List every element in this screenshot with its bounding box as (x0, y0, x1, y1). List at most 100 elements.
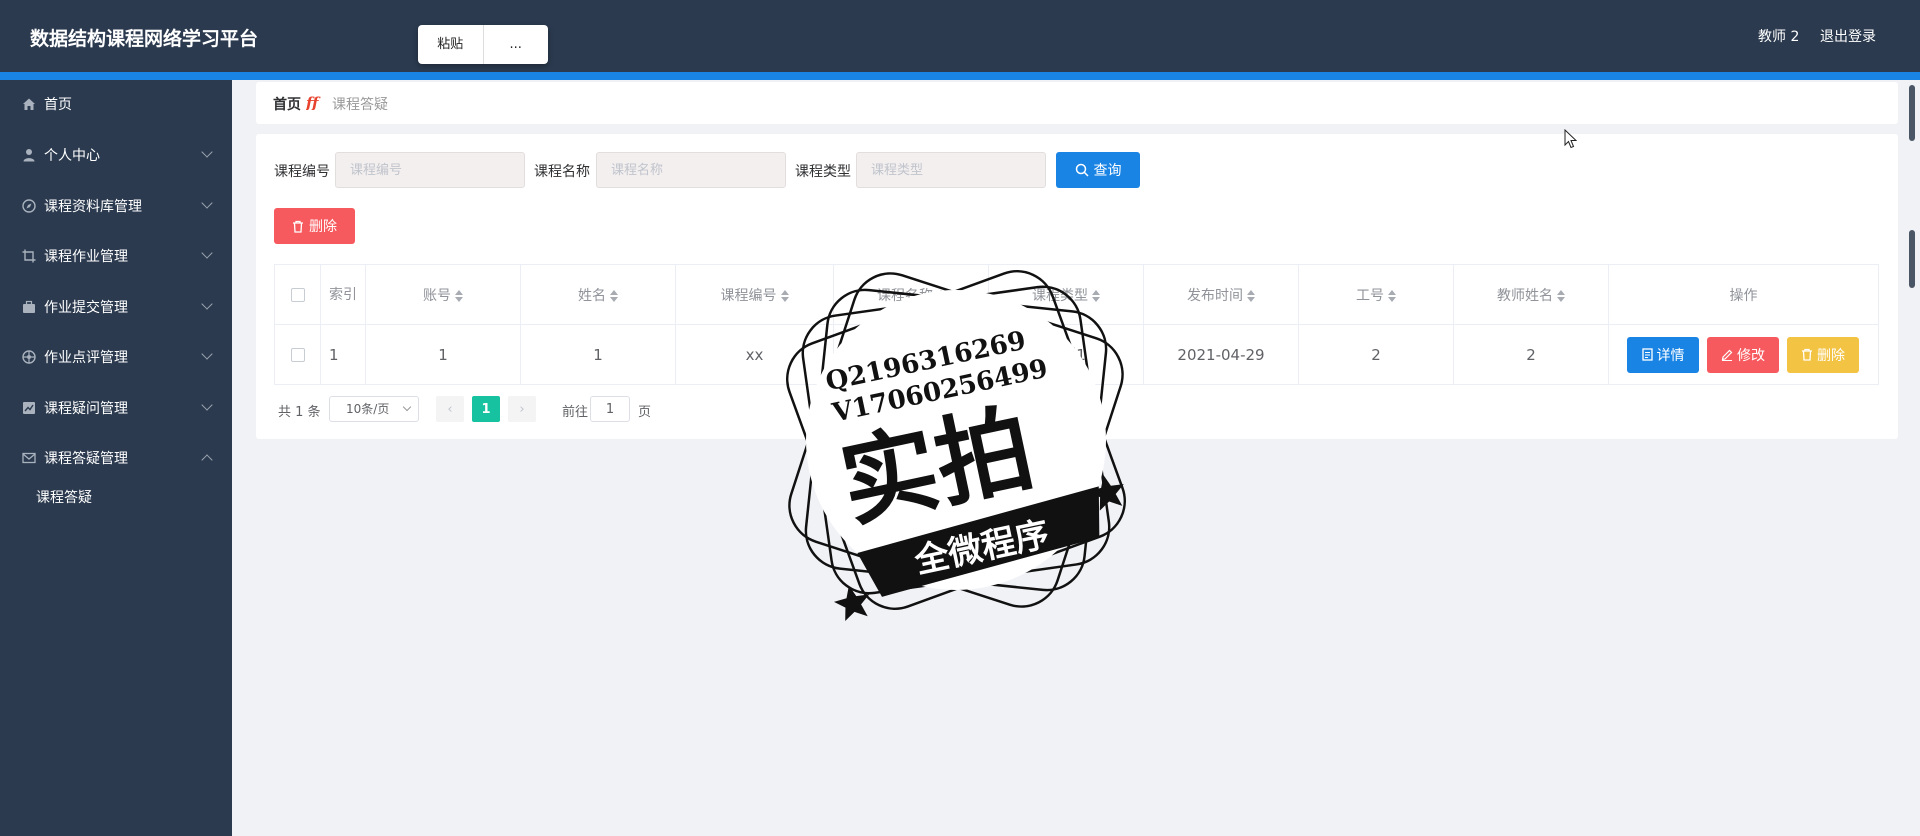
chevron-left-icon: ‹ (447, 401, 453, 417)
cell-teacher-name: 2 (1453, 324, 1609, 385)
search-button[interactable]: 查询 (1056, 152, 1140, 188)
select-all-checkbox[interactable] (290, 287, 305, 302)
user-icon (22, 148, 36, 162)
paste-menu-item[interactable]: 粘贴 (418, 25, 484, 64)
aperture-icon (22, 350, 36, 364)
course-type-label: 课程类型 (795, 164, 851, 180)
sidebar: 首页 个人中心 课程资料库管理 课程作业管理 作业提交管理 作业点评管理 课程疑… (0, 80, 232, 836)
goto-label: 前往 (562, 405, 589, 420)
sidebar-item-materials[interactable]: 课程资料库管理 (0, 188, 232, 224)
sort-icon[interactable] (1557, 289, 1565, 302)
chevron-up-icon (201, 454, 213, 466)
sidebar-item-reviews[interactable]: 作业点评管理 (0, 339, 232, 375)
header-label: 姓名 (578, 287, 606, 304)
mouse-cursor-icon (1564, 129, 1578, 149)
page-size-select[interactable]: 10条/页 (329, 396, 419, 422)
sidebar-item-label: 作业提交管理 (44, 300, 128, 316)
edit-icon (1721, 349, 1733, 361)
chart-icon (22, 401, 36, 415)
prev-page-button[interactable]: ‹ (436, 396, 464, 422)
header-index: 索引 (320, 264, 366, 325)
cell-operations: 详情 修改 删除 (1608, 324, 1879, 385)
header-operations: 操作 (1608, 264, 1879, 325)
mail-icon (22, 451, 36, 465)
select-all-cell (274, 264, 321, 325)
cell-publish-time: 2021-04-29 (1143, 324, 1299, 385)
sidebar-item-submissions[interactable]: 作业提交管理 (0, 289, 232, 325)
cell-account: 1 (365, 324, 521, 385)
scrollbar-thumb[interactable] (1909, 85, 1915, 141)
header-job-no[interactable]: 工号 (1298, 264, 1454, 325)
sort-icon[interactable] (1247, 289, 1255, 302)
delete-button-label: 删除 (1817, 347, 1845, 364)
svg-text:ff: ff (306, 94, 321, 110)
sidebar-subitem-course-answers[interactable]: 课程答疑 (36, 487, 92, 507)
sidebar-item-label: 首页 (44, 97, 72, 113)
row-checkbox[interactable] (290, 348, 305, 362)
compass-icon (22, 199, 36, 213)
header-account[interactable]: 账号 (365, 264, 521, 325)
goto-page-input[interactable] (590, 396, 630, 422)
course-name-label: 课程名称 (534, 164, 590, 180)
header-label: 发布时间 (1187, 287, 1243, 304)
sidebar-item-questions[interactable]: 课程疑问管理 (0, 390, 232, 426)
next-page-button[interactable]: › (508, 396, 536, 422)
sidebar-item-label: 课程答疑管理 (44, 451, 128, 467)
course-name-input[interactable] (596, 152, 786, 188)
chevron-down-icon (402, 402, 412, 412)
trash-icon (1802, 348, 1812, 361)
search-button-label: 查询 (1093, 163, 1122, 179)
batch-delete-button[interactable]: 删除 (274, 208, 355, 244)
cell-index: 1 (320, 324, 366, 385)
sidebar-item-label: 课程疑问管理 (44, 401, 128, 417)
search-icon (1075, 163, 1089, 177)
chevron-down-icon (201, 348, 213, 360)
sidebar-item-answers[interactable]: 课程答疑管理 (0, 440, 232, 476)
chevron-down-icon (201, 146, 213, 158)
page-size-value: 10条/页 (346, 402, 390, 416)
course-type-input[interactable] (856, 152, 1046, 188)
scrollbar-thumb[interactable] (1909, 230, 1915, 288)
header-name[interactable]: 姓名 (520, 264, 676, 325)
chevron-down-icon (201, 197, 213, 209)
header-label: 教师姓名 (1497, 287, 1553, 304)
trash-icon (293, 220, 303, 233)
chevron-right-icon: › (519, 401, 525, 417)
sort-icon[interactable] (610, 289, 618, 302)
detail-button[interactable]: 详情 (1627, 336, 1699, 373)
detail-button-label: 详情 (1656, 347, 1685, 364)
course-no-label: 课程编号 (274, 164, 330, 180)
row-select-cell (274, 324, 321, 385)
header-publish-time[interactable]: 发布时间 (1143, 264, 1299, 325)
sidebar-item-homework[interactable]: 课程作业管理 (0, 238, 232, 274)
header-teacher-name[interactable]: 教师姓名 (1453, 264, 1609, 325)
page-suffix: 页 (638, 405, 652, 420)
edit-button-label: 修改 (1737, 347, 1765, 364)
cell-job-no: 2 (1298, 324, 1454, 385)
sidebar-item-home[interactable]: 首页 (0, 86, 232, 122)
batch-delete-label: 删除 (309, 219, 337, 235)
sidebar-item-label: 作业点评管理 (44, 350, 128, 366)
top-bar: 数据结构课程网络学习平台 教师 2 退出登录 (0, 0, 1920, 72)
watermark-stamp: Q2196316269 V17060256499 实拍 全微程序 (786, 270, 1126, 621)
home-icon (22, 97, 36, 111)
chevron-down-icon (201, 399, 213, 411)
star-icon (833, 585, 870, 621)
breadcrumb-current: 课程答疑 (332, 97, 388, 113)
course-no-input[interactable] (335, 152, 525, 188)
page-number-current[interactable]: 1 (472, 396, 500, 422)
delete-button[interactable]: 删除 (1787, 336, 1859, 373)
edit-button[interactable]: 修改 (1707, 336, 1779, 373)
sidebar-item-label: 课程资料库管理 (44, 199, 142, 215)
breadcrumb-home[interactable]: 首页 (273, 94, 301, 114)
app-title: 数据结构课程网络学习平台 (30, 28, 259, 50)
pagination-total: 共 1 条 (278, 405, 321, 420)
sort-icon[interactable] (455, 289, 463, 302)
more-menu-item[interactable]: ... (484, 25, 549, 64)
briefcase-icon (22, 300, 36, 314)
cell-name: 1 (520, 324, 676, 385)
sidebar-item-personal[interactable]: 个人中心 (0, 137, 232, 173)
logout-link[interactable]: 退出登录 (1820, 26, 1876, 46)
chevron-down-icon (201, 247, 213, 259)
sort-icon[interactable] (1388, 289, 1396, 302)
